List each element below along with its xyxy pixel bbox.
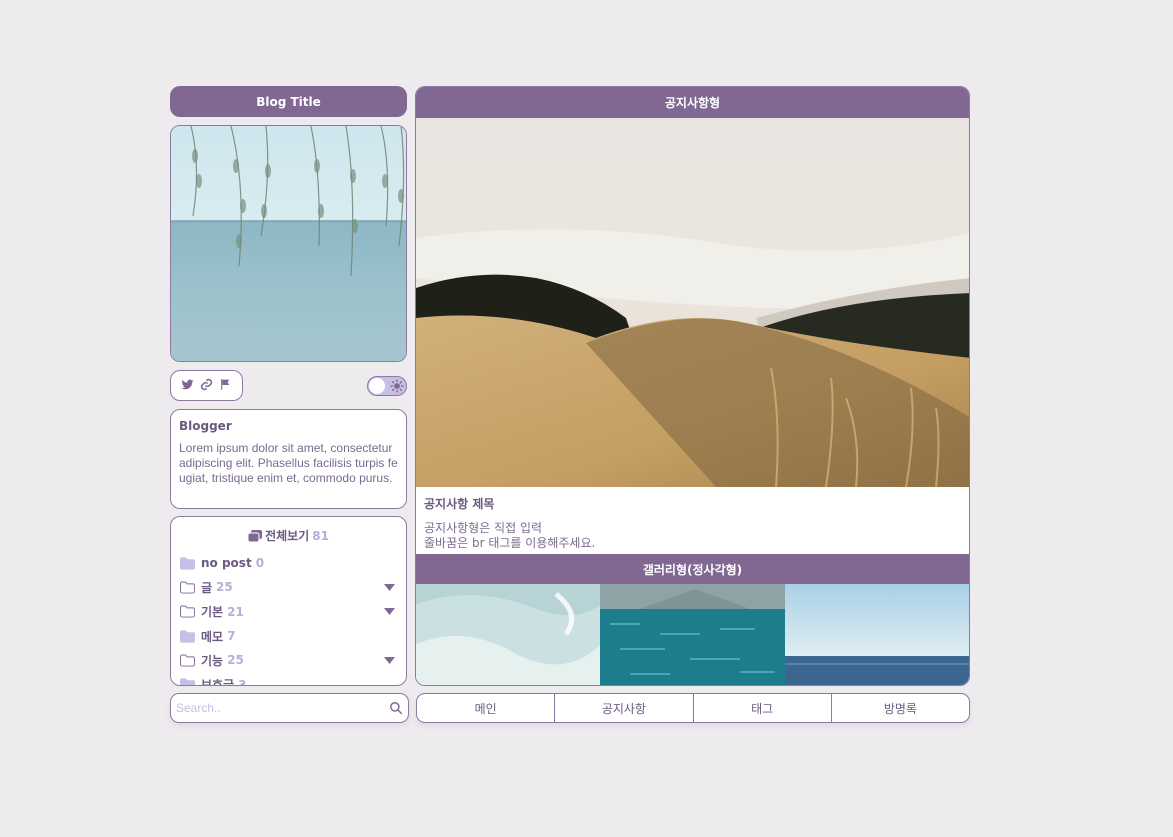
notice-text: 공지사항 제목 공지사항형은 직접 입력 줄바꿈은 br 태그를 이용해주세요. [416, 487, 969, 554]
link-icon[interactable] [200, 376, 213, 395]
gallery-item[interactable] [600, 584, 785, 685]
profile-image [170, 125, 407, 362]
gallery-header: 갤러리형(정사각형) [416, 554, 969, 584]
category-all-label: 전체보기 [265, 529, 310, 543]
category-label: 기능 [201, 653, 224, 668]
category-item[interactable]: no post 0 [180, 551, 397, 575]
social-links [170, 370, 243, 401]
category-item[interactable]: 글 25 [180, 575, 397, 599]
notice-body-line: 공지사항형은 직접 입력 [424, 521, 543, 535]
notice-header: 공지사항형 [416, 87, 969, 118]
toggle-knob [369, 378, 385, 394]
category-item[interactable]: 메모 7 [180, 624, 397, 648]
flag-icon[interactable] [219, 376, 232, 395]
chevron-down-icon[interactable] [384, 656, 395, 664]
folder-open-icon [180, 605, 195, 618]
chevron-down-icon[interactable] [384, 583, 395, 591]
blog-title[interactable]: Blog Title [170, 86, 407, 117]
theme-toggle[interactable] [367, 376, 407, 396]
nav-main[interactable]: 메인 [417, 694, 556, 722]
folder-open-icon [180, 581, 195, 594]
main-content: 공지사항형 공지사항 제목 공지사항형은 직접 입력 줄바꿈은 br 태그를 이… [415, 86, 970, 686]
profile-card: Blogger Lorem ipsum dolor sit amet, cons… [170, 409, 407, 509]
category-label: 메모 [201, 629, 224, 644]
category-count: 0 [255, 556, 265, 571]
category-label: 글 [201, 580, 213, 595]
category-count: 7 [227, 629, 236, 644]
category-all[interactable]: 전체보기 81 [180, 527, 397, 544]
folder-icon [180, 678, 195, 685]
folder-icon [180, 629, 195, 643]
notice-body-line: 줄바꿈은 br 태그를 이용해주세요. [424, 536, 596, 550]
profile-name: Blogger [179, 419, 232, 433]
folder-open-icon [180, 654, 195, 667]
gear-icon [390, 379, 404, 393]
category-count: 25 [216, 580, 233, 595]
nav-notice[interactable]: 공지사항 [555, 694, 694, 722]
profile-description: Lorem ipsum dolor sit amet, consectetur … [179, 441, 398, 485]
search-bar [170, 693, 409, 723]
search-icon[interactable] [389, 701, 403, 715]
gallery [416, 584, 969, 685]
nav-tag[interactable]: 태그 [694, 694, 832, 722]
category-label: 보호글 [201, 678, 235, 686]
category-count: 3 [238, 677, 247, 686]
folder-icon [180, 557, 195, 570]
gallery-item[interactable] [784, 584, 969, 685]
nav-guestbook[interactable]: 방명록 [832, 694, 969, 722]
category-label: no post [201, 556, 252, 571]
category-list: 전체보기 81 no post 0 글 25 기본 21 메모 7 기능 25 보호글 3 [170, 516, 407, 686]
category-item[interactable]: 기본 21 [180, 600, 397, 624]
twitter-icon[interactable] [181, 376, 194, 395]
notice-title[interactable]: 공지사항 제목 [424, 495, 961, 512]
search-input[interactable] [176, 701, 376, 715]
category-count: 25 [227, 653, 244, 668]
stack-icon [248, 529, 263, 542]
bottom-nav: 메인 공지사항 태그 방명록 [416, 693, 970, 723]
notice-image[interactable] [416, 118, 969, 487]
chevron-down-icon[interactable] [384, 608, 395, 616]
category-item[interactable]: 기능 25 [180, 648, 397, 672]
category-all-count: 81 [312, 528, 329, 543]
category-item[interactable]: 보호글 3 [180, 672, 397, 686]
gallery-item[interactable] [416, 584, 601, 685]
notice-body: 공지사항형은 직접 입력 줄바꿈은 br 태그를 이용해주세요. [424, 521, 961, 551]
category-label: 기본 [201, 605, 224, 620]
category-count: 21 [227, 604, 244, 619]
